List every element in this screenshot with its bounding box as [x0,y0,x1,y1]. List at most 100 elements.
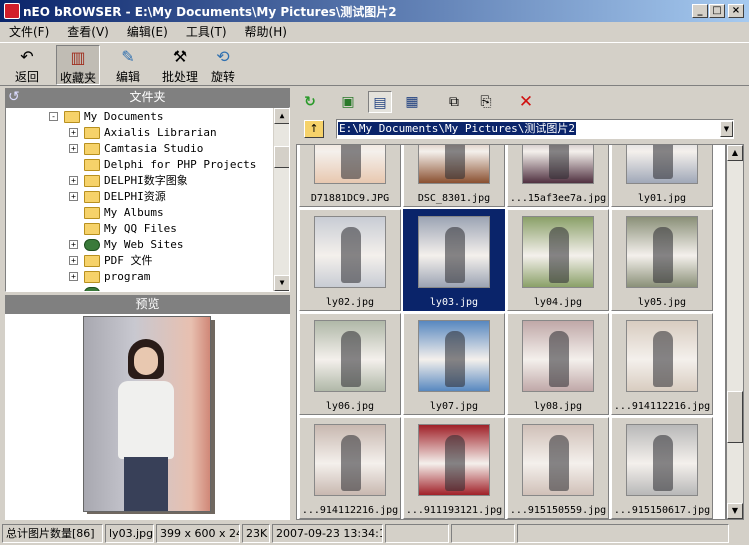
scroll-up-icon[interactable]: ▲ [274,108,289,124]
edit-icon: ✎ [121,47,135,66]
menu-view[interactable]: 查看(V) [58,23,118,40]
rotate-button[interactable]: ⟲ 旋转 [206,45,240,85]
expand-icon[interactable]: + [69,256,78,265]
status-filesize: 23K [242,524,270,543]
refresh-icon[interactable]: ↺ [8,88,20,107]
thumbnail-figure [653,435,673,491]
collapse-icon[interactable]: - [49,112,58,121]
folder-open-icon [64,111,80,123]
thumbnail-item[interactable]: D71881DC9.JPG [299,145,401,207]
thumbnail-figure [653,331,673,387]
address-input[interactable]: E:\My Documents\My Pictures\测试图片2 [336,119,734,139]
thumbnail-figure [445,435,465,491]
thumbnail-figure [653,227,673,283]
title-bar: nEO bROWSER - E:\My Documents\My Picture… [0,0,749,22]
expand-icon[interactable]: + [69,272,78,281]
large-icons-view-icon[interactable]: ▣ [336,91,360,113]
edit-button[interactable]: ✎ 编辑 [108,45,148,85]
thumbnail-item[interactable]: ly01.jpg [611,145,713,207]
up-folder-icon[interactable]: ↑ [304,120,324,138]
thumbnail-item[interactable]: ...914112216.jpg [299,417,401,519]
main-toolbar: ↶ 返回 ▥ 收藏夹 ✎ 编辑 ⚒ 批处理 ⟲ 旋转 [0,42,749,86]
expand-icon[interactable]: + [69,176,78,185]
paste-icon[interactable]: ⎘ [474,91,498,113]
status-panel [385,524,449,543]
thumbnail-image [522,320,594,392]
thumbnail-image [314,145,386,184]
thumbnail-image [626,320,698,392]
thumbnail-item[interactable]: ...915150559.jpg [507,417,609,519]
scroll-thumb[interactable] [274,146,289,168]
menu-bar: 文件(F) 查看(V) 编辑(E) 工具(T) 帮助(H) [0,22,749,41]
scroll-thumb[interactable] [727,391,743,443]
thumbnail-caption: D71881DC9.JPG [310,193,390,204]
thumbnail-caption: ...914112216.jpg [301,505,399,516]
rotate-icon: ⟲ [216,47,230,66]
thumbnail-item[interactable]: ly04.jpg [507,209,609,311]
status-filename: ly03.jpg [105,524,154,543]
folder-tree[interactable]: - My Documents + Axialis Librarian + Camtas… [5,107,290,292]
thumbnail-item[interactable]: ...911193121.jpg [403,417,505,519]
thumbnail-caption: ly03.jpg [429,297,479,308]
preview-panel-header: 预览 [5,295,290,314]
thumbnail-image [418,145,490,184]
thumbnail-image [418,320,490,392]
thumbnail-image [522,424,594,496]
expand-icon[interactable]: + [69,192,78,201]
thumbnail-item[interactable]: ly07.jpg [403,313,505,415]
thumbnail-figure [445,145,465,179]
maximize-button[interactable]: □ [709,4,725,18]
scroll-down-icon[interactable]: ▼ [727,503,743,519]
thumbnail-image [522,145,594,184]
detail-view-icon[interactable]: ▦ [400,91,424,113]
menu-tools[interactable]: 工具(T) [177,23,236,40]
thumbnail-grid: D71881DC9.JPG DSC_8301.jpg ...15af3ee7a.jp… [296,144,726,520]
thumbnail-item[interactable]: ly05.jpg [611,209,713,311]
thumbnail-image [314,424,386,496]
address-dropdown-icon[interactable]: ▼ [720,121,733,137]
web-folder-icon [84,287,100,291]
copy-icon[interactable]: ⧉ [442,91,466,113]
thumbnail-figure [549,227,569,283]
scroll-down-icon[interactable]: ▼ [274,275,289,291]
close-button[interactable]: × [728,4,744,18]
address-bar: ↑ E:\My Documents\My Pictures\测试图片2 ▼ [296,117,744,141]
folder-icon [84,191,100,203]
thumbnail-figure [549,435,569,491]
thumbnail-item[interactable]: ...15af3ee7a.jpg [507,145,609,207]
thumbnail-item[interactable]: ly03.jpg [403,209,505,311]
delete-icon[interactable]: ✕ [514,91,538,113]
thumbnail-item[interactable]: ly08.jpg [507,313,609,415]
status-dimensions: 399 x 600 x 24b [156,524,240,543]
menu-help[interactable]: 帮助(H) [236,23,296,40]
refresh-icon[interactable]: ↻ [298,91,322,113]
grid-scrollbar[interactable]: ▲ ▼ [726,144,744,520]
menu-edit[interactable]: 编辑(E) [118,23,177,40]
folder-icon [84,175,100,187]
back-button[interactable]: ↶ 返回 [6,45,48,85]
thumbnail-item[interactable]: ly06.jpg [299,313,401,415]
thumbnail-caption: ...914112216.jpg [613,401,711,412]
expand-icon[interactable]: + [69,144,78,153]
thumbnail-view-icon[interactable]: ▤ [368,91,392,113]
minimize-button[interactable]: _ [692,4,708,18]
thumbnail-image [418,424,490,496]
thumbnail-item[interactable]: DSC_8301.jpg [403,145,505,207]
thumbnail-caption: ly05.jpg [637,297,687,308]
expand-icon[interactable]: + [69,240,78,249]
tree-scrollbar[interactable]: ▲ ▼ [273,108,289,291]
scroll-up-icon[interactable]: ▲ [727,145,743,161]
thumbnail-figure [549,145,569,179]
thumbnail-item[interactable]: ...915150617.jpg [611,417,713,519]
batch-button[interactable]: ⚒ 批处理 [158,45,202,85]
web-folder-icon [84,239,100,251]
window-title: nEO bROWSER - E:\My Documents\My Picture… [23,4,397,19]
favorites-button[interactable]: ▥ 收藏夹 [56,45,100,85]
thumbnail-figure [549,331,569,387]
expand-icon[interactable]: + [69,128,78,137]
menu-file[interactable]: 文件(F) [0,23,58,40]
preview-image [83,316,211,512]
thumbnail-figure [341,331,361,387]
thumbnail-item[interactable]: ly02.jpg [299,209,401,311]
thumbnail-item[interactable]: ...914112216.jpg [611,313,713,415]
